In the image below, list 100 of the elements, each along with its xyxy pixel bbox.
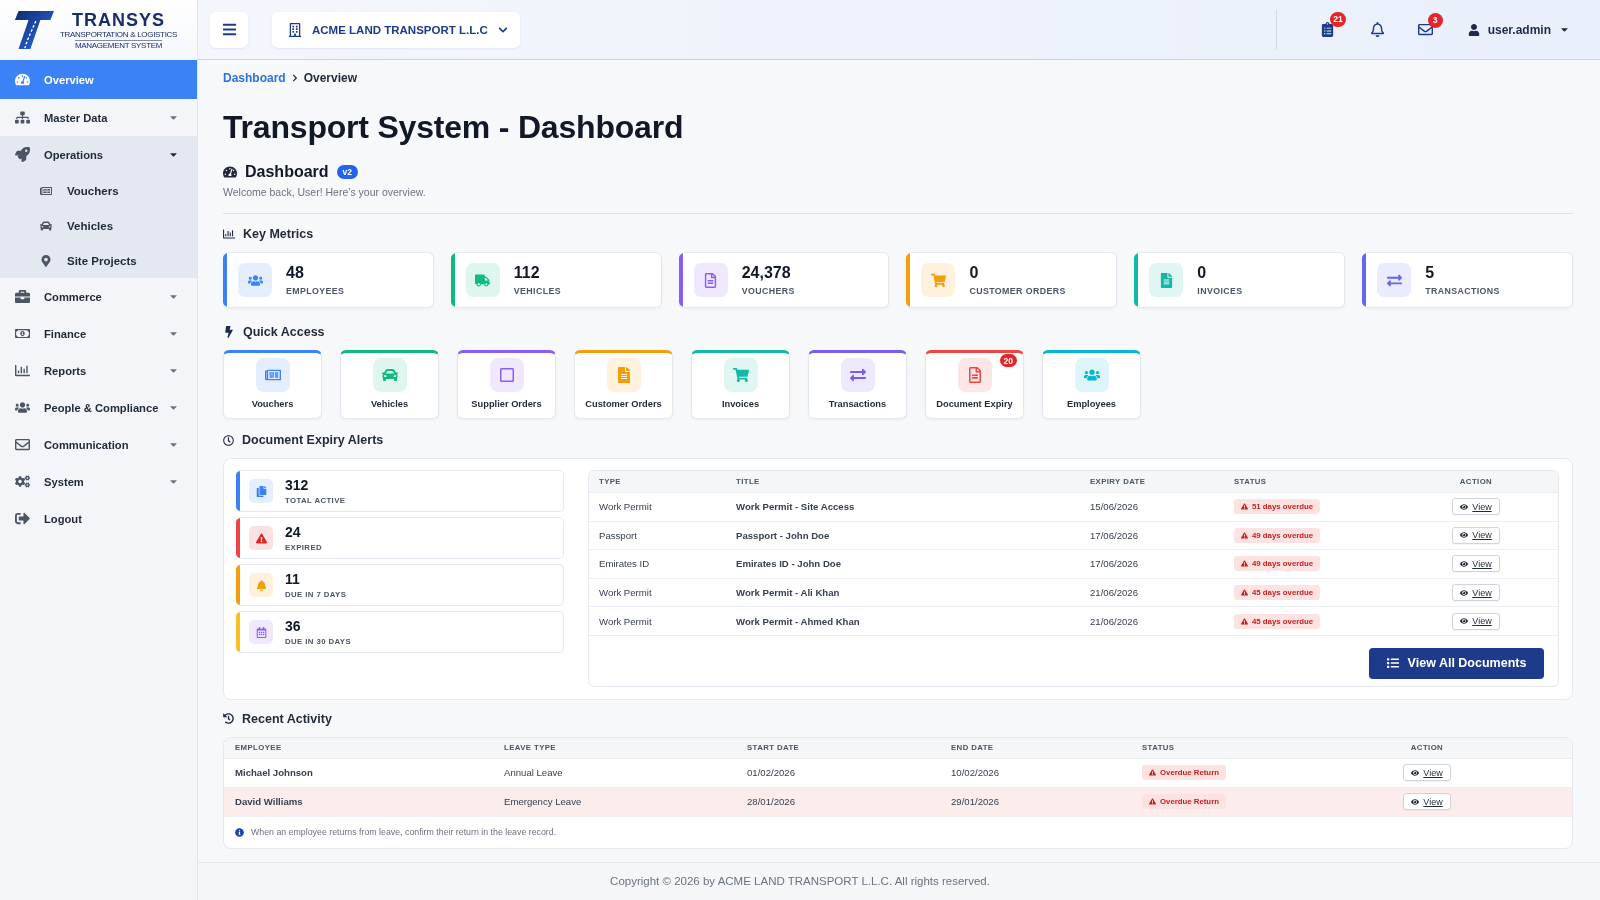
messages-button[interactable]: 3: [1407, 11, 1444, 48]
view-button[interactable]: View: [1452, 612, 1500, 630]
view-all-documents-button[interactable]: View All Documents: [1369, 647, 1544, 679]
count-badge: 21: [1330, 11, 1346, 27]
view-button[interactable]: View: [1403, 793, 1451, 811]
quick-access-tile[interactable]: Vehicles: [340, 350, 439, 419]
bar-chart-icon: [14, 363, 30, 378]
logo-icon: [14, 10, 54, 50]
table-cell-text: Work Permit: [599, 587, 653, 599]
eye-icon: [1460, 531, 1469, 540]
quick-access-tile[interactable]: Customer Orders: [574, 350, 673, 419]
section-title: Recent Activity: [242, 711, 332, 726]
sidebar-item[interactable]: Commerce: [0, 278, 197, 315]
table-cell-text: Passport - John Doe: [736, 529, 831, 541]
quick-access-tile[interactable]: Supplier Orders: [457, 350, 556, 419]
eye-icon: [1411, 768, 1420, 777]
user-menu[interactable]: user.admin: [1467, 18, 1570, 41]
sidebar-item[interactable]: Overview: [0, 60, 197, 99]
users-icon: [14, 400, 30, 415]
table-cell-text: Work Permit: [599, 615, 653, 627]
exchange-arrows-icon: [1377, 263, 1412, 297]
table-cell-text: Emergency Leave: [504, 796, 583, 808]
metric-label: EMPLOYEES: [286, 286, 345, 296]
table-cell-text: 17/06/2026: [1090, 529, 1139, 541]
calendar-icon: [249, 620, 273, 644]
section-title: Key Metrics: [243, 227, 314, 241]
document-icon: [606, 358, 641, 392]
metric-label: VOUCHERS: [741, 286, 795, 296]
copy-icon: [249, 479, 273, 503]
car-icon: [40, 219, 52, 232]
bell-icon: [249, 573, 273, 597]
metric-value: 0: [969, 264, 980, 282]
sidebar-item[interactable]: Finance: [0, 315, 197, 352]
history-icon: [223, 713, 234, 725]
view-button[interactable]: View: [1403, 764, 1451, 782]
rocket-icon: [14, 147, 30, 162]
sidebar-subitem[interactable]: Vehicles: [0, 208, 197, 243]
eye-icon: [1460, 588, 1469, 597]
table-cell-text: 29/01/2026: [951, 796, 1000, 808]
sidebar-item[interactable]: People & Compliance: [0, 389, 197, 426]
warning-icon: [1241, 531, 1248, 539]
clock-icon: [223, 434, 234, 446]
table-cell-text: Michael Johnson: [235, 767, 314, 779]
table-cell-text: Passport: [599, 529, 638, 541]
warning-icon: [1241, 560, 1248, 568]
user-icon: [1467, 23, 1480, 36]
view-button[interactable]: View: [1452, 584, 1500, 602]
table-cell-text: 21/06/2026: [1090, 587, 1139, 599]
table-cell-text: 28/01/2026: [747, 796, 796, 808]
eye-icon: [1460, 502, 1469, 511]
warning-icon: [1241, 503, 1248, 511]
quick-access-tile[interactable]: Invoices: [691, 350, 790, 419]
eye-icon: [1460, 617, 1469, 626]
list-icon: [1386, 657, 1399, 670]
chevron-right-icon: [290, 74, 299, 82]
section-title: Quick Access: [243, 325, 325, 339]
gauge-icon: [14, 72, 30, 87]
car-icon: [372, 358, 407, 392]
table-cell-text: Work Permit - Ahmed Khan: [736, 615, 861, 627]
sidebar-item[interactable]: Logout: [0, 500, 197, 537]
banknote-icon: [14, 326, 30, 341]
view-button[interactable]: View: [1452, 526, 1500, 544]
metric-label: VEHICLES: [513, 286, 562, 296]
eye-icon: [1411, 797, 1420, 806]
metric-value: 24,378: [741, 264, 792, 282]
metric-label: TRANSACTIONS: [1425, 286, 1500, 296]
view-button[interactable]: View: [1452, 498, 1500, 516]
metric-value: 0: [1197, 264, 1208, 282]
quick-access-tile[interactable]: Vouchers: [223, 350, 322, 419]
warning-icon: [1241, 617, 1248, 625]
sidebar-subitem[interactable]: Site Projects: [0, 243, 197, 278]
menu-button[interactable]: [210, 11, 248, 48]
view-button[interactable]: View: [1452, 555, 1500, 573]
sidebar-item[interactable]: Reports: [0, 352, 197, 389]
eye-icon: [1460, 560, 1469, 568]
sidebar-item[interactable]: Master Data: [0, 99, 197, 136]
sidebar-subitem[interactable]: Vouchers: [0, 173, 197, 208]
breadcrumb-link[interactable]: Dashboard: [223, 71, 286, 85]
map-pin-icon: [40, 254, 52, 267]
documents-button[interactable]: 21: [1309, 11, 1346, 48]
brand-tagline: TRANSPORTATION & LOGISTICS: [60, 30, 178, 40]
building-icon: [288, 22, 302, 37]
cart-icon: [723, 358, 758, 392]
quick-access-tile[interactable]: Document Expiry 20: [925, 350, 1024, 419]
sidebar-item[interactable]: Communication: [0, 426, 197, 463]
table-cell-text: Emirates ID - John Doe: [736, 558, 843, 570]
newspaper-icon: [255, 358, 290, 392]
envelope-icon: [14, 437, 30, 452]
section-title: Dashboard: [245, 163, 329, 181]
quick-access-tile[interactable]: Employees: [1042, 350, 1141, 419]
brand-tagline: MANAGEMENT SYSTEM: [74, 40, 163, 51]
sidebar-item[interactable]: System: [0, 463, 197, 500]
gauge-icon: [223, 165, 237, 179]
quick-access-tile[interactable]: Transactions: [808, 350, 907, 419]
breadcrumb-current: Overview: [303, 71, 358, 85]
metric-label: CUSTOMER ORDERS: [969, 286, 1066, 296]
metric-value: 112: [513, 264, 541, 282]
company-selector[interactable]: ACME LAND TRANSPORT L.L.C: [272, 11, 520, 48]
stat-value: 36: [285, 618, 302, 634]
stat-value: 24: [285, 524, 302, 540]
